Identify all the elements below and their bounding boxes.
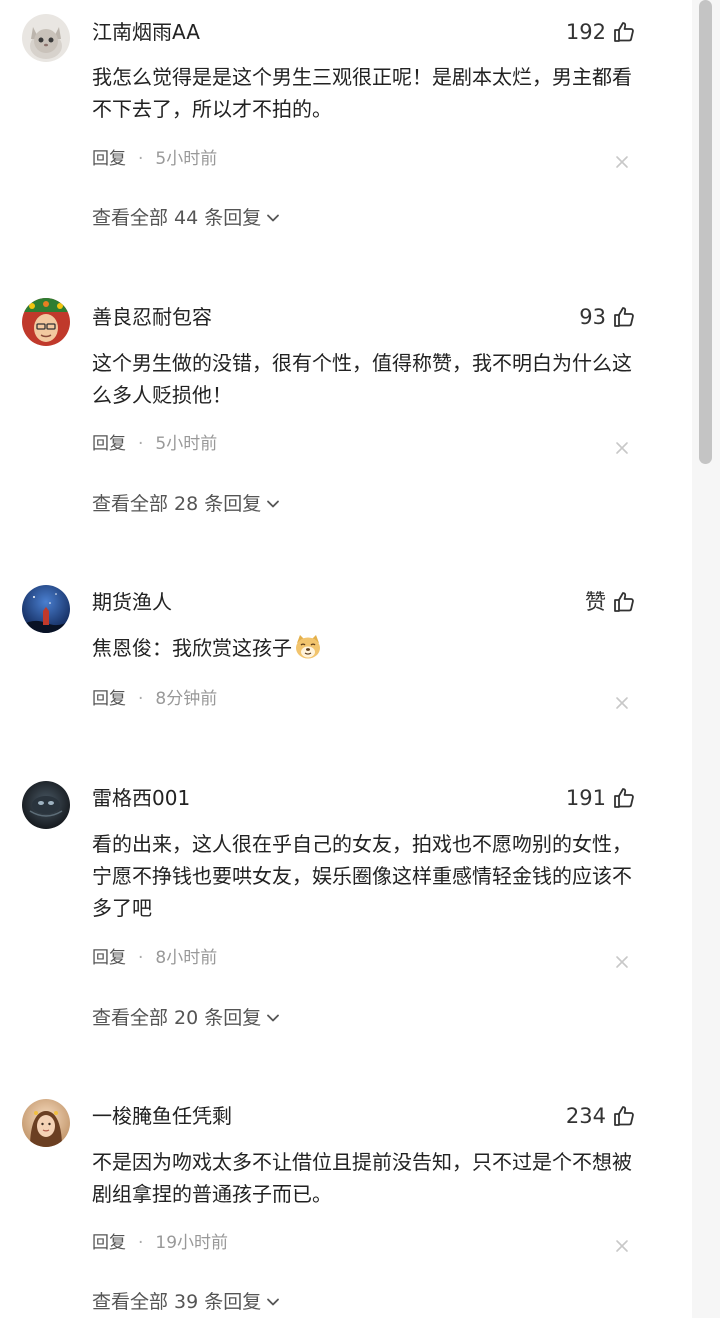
timestamp: 19小时前 — [155, 1233, 229, 1253]
like-count: 234 — [565, 1104, 606, 1128]
thumbs-up-icon — [614, 1106, 634, 1126]
view-replies-label: 查看全部 39 条回复 — [92, 1291, 262, 1313]
comment-text: 不是因为吻戏太多不让借位且提前没告知，只不过是个不想被剧组拿捏的普通孩子而已。 — [92, 1150, 632, 1206]
view-all-replies-link[interactable]: 查看全部 39 条回复 — [92, 1288, 281, 1316]
scrollbar-thumb[interactable] — [699, 0, 712, 464]
chevron-down-icon — [267, 1298, 280, 1306]
comment-meta: 回复 · 19小时前 — [92, 1231, 228, 1255]
close-icon[interactable] — [614, 1238, 630, 1254]
comment-item: 一梭腌鱼任凭剩 234 不是因为吻戏太多不让借位且提前没告知，只不过是个不想被剧… — [0, 0, 692, 1318]
separator-dot: · — [138, 1233, 144, 1253]
username[interactable]: 一梭腌鱼任凭剩 — [92, 1102, 232, 1130]
reply-button[interactable]: 回复 — [92, 1231, 126, 1255]
scrollbar-track[interactable] — [692, 0, 720, 1318]
user-avatar[interactable] — [22, 1099, 70, 1147]
like-button[interactable]: 234 — [566, 1102, 636, 1130]
